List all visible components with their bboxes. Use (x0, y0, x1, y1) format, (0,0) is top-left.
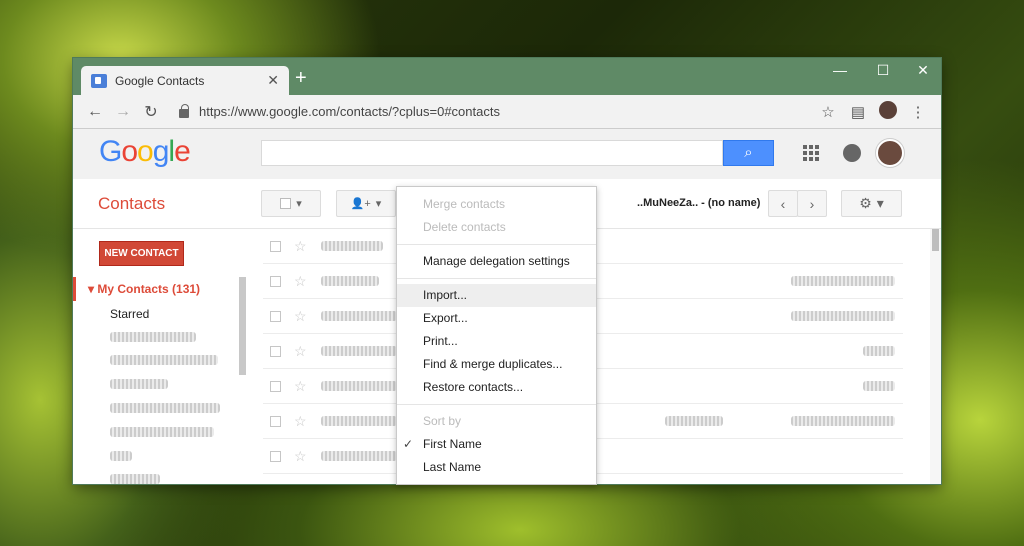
more-actions-menu: Merge contacts Delete contacts Manage de… (396, 186, 597, 485)
star-icon[interactable]: ☆ (294, 308, 307, 325)
contact-name (321, 241, 383, 251)
new-contact-button[interactable]: NEW CONTACT (99, 241, 184, 266)
menu-item-delete-contacts: Delete contacts (423, 220, 506, 234)
contact-email (791, 311, 895, 321)
scrollbar-thumb[interactable] (932, 229, 939, 251)
menu-divider (397, 278, 596, 279)
row-checkbox[interactable] (270, 450, 281, 462)
star-icon[interactable]: ☆ (294, 413, 307, 430)
sidebar-item-my-contacts[interactable]: ▾ My Contacts (131) (73, 277, 243, 301)
row-checkbox[interactable] (270, 275, 281, 287)
contact-email (863, 346, 895, 356)
menu-divider (397, 244, 596, 245)
contact-detail (665, 416, 723, 426)
desktop-background: Google Contacts ✕ + — ☐ ✕ ← → ↻ https://… (0, 0, 1024, 546)
menu-item-find-merge[interactable]: Find & merge duplicates... (397, 353, 596, 376)
row-checkbox[interactable] (270, 380, 281, 392)
menu-divider (397, 404, 596, 405)
menu-item-delegation[interactable]: Manage delegation settings (397, 250, 596, 273)
menu-item-import[interactable]: Import... (397, 284, 596, 307)
sidebar-item-group[interactable] (110, 403, 220, 413)
menu-item-first-name[interactable]: ✓ First Name (397, 433, 596, 456)
contact-email (863, 381, 895, 391)
sidebar-item-group[interactable] (110, 451, 132, 461)
menu-heading-sort-by: Sort by (423, 414, 462, 428)
sidebar-item-group[interactable] (110, 379, 168, 389)
contact-name (321, 381, 397, 391)
main-scrollbar[interactable] (930, 229, 941, 484)
sidebar-item-starred[interactable]: Starred (110, 307, 149, 321)
star-icon[interactable]: ☆ (294, 378, 307, 395)
contact-name (321, 276, 379, 286)
sidebar-item-group[interactable] (110, 474, 160, 484)
menu-item-label: First Name (423, 437, 482, 451)
menu-item-print[interactable]: Print... (397, 330, 596, 353)
menu-item-merge-contacts: Merge contacts (423, 197, 506, 211)
row-checkbox[interactable] (270, 345, 281, 357)
sidebar-scrollbar[interactable] (239, 277, 246, 375)
menu-item-last-name[interactable]: Last Name (397, 456, 596, 479)
star-icon[interactable]: ☆ (294, 273, 307, 290)
contact-name (321, 311, 397, 321)
menu-item-restore[interactable]: Restore contacts... (397, 376, 596, 399)
row-checkbox[interactable] (270, 240, 281, 252)
row-checkbox[interactable] (270, 415, 281, 427)
sidebar-item-label: My Contacts (131) (97, 282, 201, 296)
contact-email (791, 416, 895, 426)
sidebar: NEW CONTACT ▾ My Contacts (131) Starred (73, 229, 246, 484)
contact-email (791, 276, 895, 286)
menu-item-export[interactable]: Export... (397, 307, 596, 330)
star-icon[interactable]: ☆ (294, 343, 307, 360)
contact-name (321, 451, 397, 461)
row-checkbox[interactable] (270, 310, 281, 322)
sidebar-item-group[interactable] (110, 355, 218, 365)
star-icon[interactable]: ☆ (294, 238, 307, 255)
sidebar-item-group[interactable] (110, 427, 214, 437)
contact-name (321, 346, 397, 356)
contact-name (321, 416, 397, 426)
checkmark-icon: ✓ (403, 437, 414, 451)
star-icon[interactable]: ☆ (294, 448, 307, 465)
sidebar-item-group[interactable] (110, 332, 196, 342)
